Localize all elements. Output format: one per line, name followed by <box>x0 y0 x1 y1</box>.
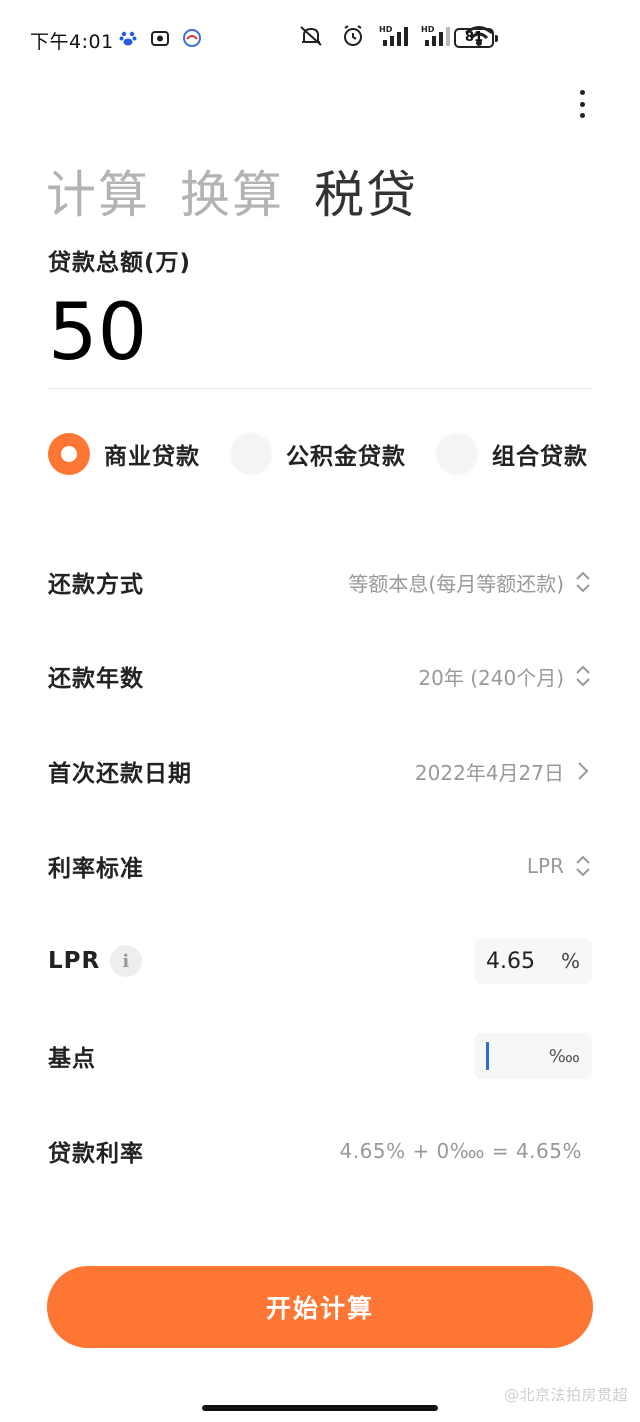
mute-bell-icon <box>300 26 322 46</box>
hd-label-1: HD <box>379 25 393 34</box>
baidu-paw-icon <box>119 31 137 46</box>
loan-type-label: 商业贷款 <box>104 444 200 470</box>
basis-point-input-box[interactable]: ‱ <box>474 1033 592 1079</box>
loan-amount-label: 贷款总额(万) <box>48 250 192 276</box>
status-app-icons <box>118 28 202 48</box>
menu-dot-icon <box>579 113 585 118</box>
home-indicator[interactable] <box>202 1405 438 1411</box>
loan-type-label: 公积金贷款 <box>286 444 406 470</box>
more-menu-button[interactable] <box>572 88 592 120</box>
radio-checked-icon <box>48 433 90 475</box>
hd-label-2: HD <box>421 25 435 34</box>
menu-dot-icon <box>579 90 585 95</box>
status-bar: 下午4:01 HD HD 81 <box>0 0 640 78</box>
alarm-clock-icon <box>344 25 362 46</box>
radio-unchecked-icon <box>436 433 478 475</box>
mode-tabs: 计算 换算 税贷 <box>46 155 418 227</box>
repay-years-label: 还款年数 <box>48 666 144 692</box>
news-app-icon <box>183 29 201 47</box>
basis-point-label: 基点 <box>48 1046 96 1072</box>
chevron-right-icon <box>578 762 589 780</box>
repay-years-value: 20年 (240个月) <box>418 665 564 690</box>
chevron-up-down-icon <box>576 855 590 877</box>
first-repay-date-row[interactable]: 首次还款日期 2022年4月27日 <box>48 741 592 801</box>
signal-hd-icon-2: HD <box>421 25 450 46</box>
repay-method-label: 还款方式 <box>48 572 144 598</box>
chevron-up-down-icon <box>576 571 590 593</box>
loan-rate-row: 贷款利率 4.65% + 0‱ = 4.65% <box>48 1121 592 1181</box>
tab-convert[interactable]: 换算 <box>180 155 284 227</box>
loan-type-combined[interactable]: 组合贷款 <box>436 433 588 475</box>
loan-rate-value: 4.65% + 0‱ = 4.65% <box>339 1139 582 1163</box>
loan-type-commercial[interactable]: 商业贷款 <box>48 433 200 475</box>
repay-years-row[interactable]: 还款年数 20年 (240个月) <box>48 646 592 706</box>
info-icon[interactable]: i <box>110 945 143 977</box>
chevron-up-down-icon <box>576 665 590 687</box>
percent-unit: % <box>560 949 580 973</box>
permyriad-unit: ‱ <box>548 1045 580 1067</box>
lpr-row: LPR i 4.65 % <box>48 931 592 991</box>
lpr-input-box[interactable]: 4.65 % <box>474 938 592 984</box>
repay-method-row[interactable]: 还款方式 等额本息(每月等额还款) <box>48 552 592 612</box>
loan-type-provident-fund[interactable]: 公积金贷款 <box>230 433 406 475</box>
toutiao-icon <box>151 31 169 46</box>
lpr-input[interactable]: 4.65 <box>486 949 535 974</box>
loan-type-group: 商业贷款 公积金贷款 组合贷款 <box>48 433 608 475</box>
first-repay-date-value: 2022年4月27日 <box>414 760 564 785</box>
text-cursor <box>486 1042 489 1070</box>
loan-amount-input[interactable]: 50 <box>48 288 147 378</box>
lpr-label: LPR <box>48 948 101 974</box>
amount-divider <box>48 388 592 389</box>
signal-hd-icon-1: HD <box>379 25 408 46</box>
tab-calculate[interactable]: 计算 <box>46 155 150 227</box>
loan-type-label: 组合贷款 <box>492 444 588 470</box>
radio-unchecked-icon <box>230 433 272 475</box>
first-repay-date-label: 首次还款日期 <box>48 761 192 787</box>
rate-standard-row[interactable]: 利率标准 LPR <box>48 836 592 896</box>
loan-rate-label: 贷款利率 <box>48 1141 144 1167</box>
status-time: 下午4:01 <box>30 31 114 53</box>
menu-dot-icon <box>579 101 585 107</box>
basis-point-row: 基点 ‱ <box>48 1026 592 1086</box>
battery-indicator: 81 <box>454 28 498 48</box>
watermark: @北京法拍房贯超 <box>503 1386 628 1404</box>
rate-standard-label: 利率标准 <box>48 856 144 882</box>
rate-standard-value: LPR <box>526 854 564 878</box>
tab-tax-loan[interactable]: 税贷 <box>314 155 418 227</box>
start-calculate-button[interactable]: 开始计算 <box>47 1266 593 1348</box>
repay-method-value: 等额本息(每月等额还款) <box>348 571 564 596</box>
